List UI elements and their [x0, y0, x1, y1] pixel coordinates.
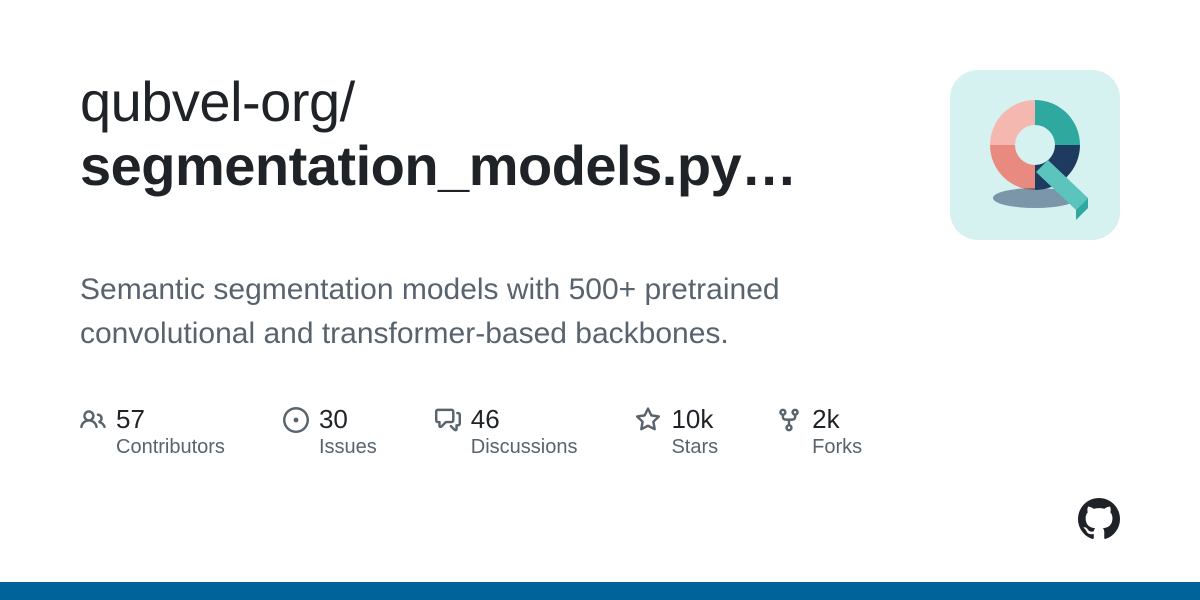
stat-stars[interactable]: 10k Stars [635, 405, 718, 459]
contributors-value: 57 [116, 405, 225, 434]
issue-icon [283, 407, 309, 438]
discussion-icon [435, 407, 461, 438]
repo-name: segmentation_models.py… [80, 134, 797, 197]
stat-discussions[interactable]: 46 Discussions [435, 405, 578, 459]
fork-icon [776, 407, 802, 438]
issues-label: Issues [319, 436, 377, 459]
repo-avatar [950, 70, 1120, 240]
stars-value: 10k [671, 405, 718, 434]
repo-owner: qubvel-org/ [80, 70, 355, 133]
contributors-label: Contributors [116, 436, 225, 459]
discussions-label: Discussions [471, 436, 578, 459]
issues-value: 30 [319, 405, 377, 434]
language-color-bar [0, 582, 1200, 600]
people-icon [80, 407, 106, 438]
repo-description: Semantic segmentation models with 500+ p… [80, 268, 840, 355]
stat-contributors[interactable]: 57 Contributors [80, 405, 225, 459]
forks-label: Forks [812, 436, 862, 459]
star-icon [635, 407, 661, 438]
stars-label: Stars [671, 436, 718, 459]
discussions-value: 46 [471, 405, 578, 434]
stat-issues[interactable]: 30 Issues [283, 405, 377, 459]
forks-value: 2k [812, 405, 862, 434]
q-logo-icon [970, 90, 1100, 220]
repo-title[interactable]: qubvel-org/ segmentation_models.py… [80, 70, 910, 199]
stat-forks[interactable]: 2k Forks [776, 405, 862, 459]
stats-row: 57 Contributors 30 Issues [80, 405, 1120, 459]
github-logo-icon[interactable] [1078, 498, 1120, 545]
